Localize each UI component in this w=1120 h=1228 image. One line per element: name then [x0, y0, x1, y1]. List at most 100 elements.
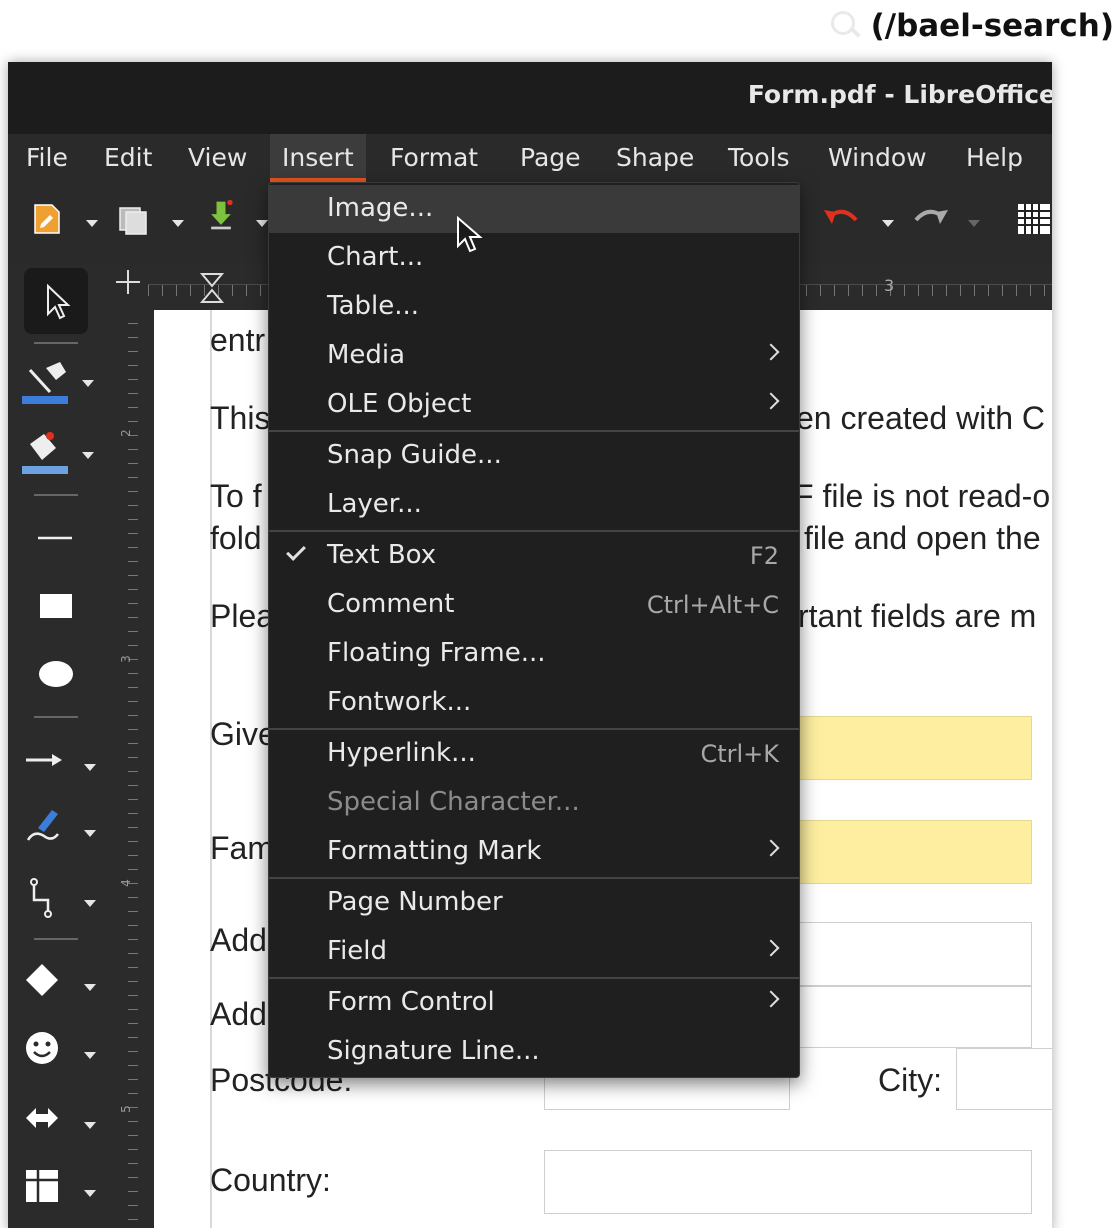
grid-icon[interactable] — [1016, 202, 1050, 236]
insert-text-box-label: Text Box — [327, 540, 437, 570]
new-dropdown-icon[interactable] — [86, 220, 98, 227]
menu-insert[interactable]: Insert — [270, 134, 366, 182]
window-title: Form.pdf - LibreOffice — [747, 80, 1052, 109]
bael-search-link[interactable]: (/bael-search) — [829, 8, 1114, 44]
block-arrows-icon[interactable] — [22, 1096, 108, 1146]
insert-layer[interactable]: Layer... — [269, 481, 799, 529]
insert-page-number[interactable]: Page Number — [269, 879, 799, 927]
insert-hyperlink-label: Hyperlink... — [327, 738, 476, 768]
ruler-mark-2: 2 — [118, 429, 133, 437]
menu-page[interactable]: Page — [508, 134, 593, 182]
select-tool[interactable] — [24, 268, 88, 334]
new-document-icon[interactable] — [30, 202, 64, 236]
menu-help[interactable]: Help — [954, 134, 1035, 182]
ruler-mark: 3 — [884, 276, 895, 295]
menu-edit[interactable]: Edit — [92, 134, 164, 182]
search-icon — [829, 9, 863, 43]
ellipse-tool-icon[interactable] — [36, 658, 76, 690]
doc-line-important: rtant fields are m — [798, 598, 1037, 634]
insert-formatting-mark[interactable]: Formatting Mark — [269, 828, 799, 876]
menu-window[interactable]: Window — [816, 134, 939, 182]
arrow-tool-icon[interactable] — [22, 746, 108, 786]
undo-dropdown-icon[interactable] — [882, 220, 894, 227]
ruler-origin-icon[interactable] — [114, 268, 142, 296]
indent-marker-icon[interactable] — [200, 272, 224, 304]
redo-dropdown-icon[interactable] — [968, 220, 980, 227]
ruler-mark-3: 3 — [118, 655, 133, 663]
insert-ole-object[interactable]: OLE Object — [269, 381, 799, 429]
insert-signature-line-label: Signature Line... — [327, 1036, 540, 1066]
templates-icon[interactable] — [116, 202, 150, 236]
insert-image-label: Image... — [327, 193, 434, 223]
menu-tools[interactable]: Tools — [716, 134, 802, 182]
address-1-field[interactable] — [794, 922, 1032, 986]
doc-line-created: en created with C — [796, 400, 1046, 436]
menu-shape[interactable]: Shape — [604, 134, 706, 182]
family-name-field[interactable] — [794, 820, 1032, 884]
insert-fontwork-label: Fontwork... — [327, 687, 472, 717]
insert-menu: Image... Chart... Table... Media OLE Obj… — [268, 182, 800, 1078]
menu-file[interactable]: File — [14, 134, 80, 182]
insert-chart-label: Chart... — [327, 242, 424, 272]
insert-special-character-label: Special Character... — [327, 787, 580, 817]
templates-dropdown-icon[interactable] — [172, 220, 184, 227]
insert-floating-frame[interactable]: Floating Frame... — [269, 630, 799, 678]
insert-image[interactable]: Image... — [269, 185, 799, 233]
curve-tool-icon[interactable] — [22, 802, 108, 854]
label-address-1: Add — [210, 922, 267, 958]
insert-comment[interactable]: Comment Ctrl+Alt+C — [269, 581, 799, 629]
shortcut-hyperlink: Ctrl+K — [700, 740, 779, 768]
insert-chart[interactable]: Chart... — [269, 234, 799, 282]
drawing-sidebar — [8, 262, 108, 1228]
insert-snap-guide-label: Snap Guide... — [327, 440, 502, 470]
submenu-arrow-icon — [762, 839, 780, 857]
smiley-icon[interactable] — [22, 1026, 108, 1076]
checkmark-icon — [286, 541, 306, 561]
ruler-mark-5: 5 — [118, 1105, 133, 1113]
submenu-arrow-icon — [762, 939, 780, 957]
insert-table[interactable]: Table... — [269, 283, 799, 331]
ruler-mark-4: 4 — [118, 879, 133, 887]
insert-ole-object-label: OLE Object — [327, 389, 472, 419]
insert-form-control-label: Form Control — [327, 987, 495, 1017]
country-field[interactable] — [544, 1150, 1032, 1214]
insert-field-label: Field — [327, 936, 388, 966]
insert-field[interactable]: Field — [269, 928, 799, 976]
submenu-arrow-icon — [762, 343, 780, 361]
flowchart-icon[interactable] — [22, 1164, 108, 1214]
menu-format[interactable]: Format — [378, 134, 490, 182]
insert-text-box[interactable]: Text Box F2 — [269, 532, 799, 580]
insert-form-control[interactable]: Form Control — [269, 979, 799, 1027]
basic-shapes-icon[interactable] — [22, 958, 108, 1008]
insert-fontwork[interactable]: Fontwork... — [269, 679, 799, 727]
city-field[interactable] — [956, 1048, 1052, 1110]
line-color-icon[interactable] — [20, 358, 110, 410]
insert-hyperlink[interactable]: Hyperlink... Ctrl+K — [269, 730, 799, 778]
shortcut-text-box: F2 — [749, 542, 779, 570]
download-dropdown-icon[interactable] — [256, 220, 268, 227]
insert-media-label: Media — [327, 340, 406, 370]
label-country: Country: — [210, 1162, 331, 1198]
bael-search-text[interactable]: (/bael-search) — [871, 8, 1114, 44]
insert-signature-line[interactable]: Signature Line... — [269, 1028, 799, 1076]
fill-color-icon[interactable] — [20, 428, 110, 480]
menu-bar: File Edit View Insert Format Page Shape … — [8, 134, 1052, 182]
menu-view[interactable]: View — [176, 134, 259, 182]
insert-snap-guide[interactable]: Snap Guide... — [269, 432, 799, 480]
mouse-cursor-icon — [457, 216, 483, 253]
line-tool-icon[interactable] — [36, 522, 76, 552]
insert-layer-label: Layer... — [327, 489, 422, 519]
insert-comment-label: Comment — [327, 589, 455, 619]
pointer-icon — [47, 283, 71, 320]
given-name-field[interactable] — [794, 716, 1032, 780]
address-2-field[interactable] — [794, 986, 1032, 1048]
doc-line-readonly: F file is not read-o — [794, 478, 1051, 514]
insert-media[interactable]: Media — [269, 332, 799, 380]
undo-icon[interactable] — [820, 202, 864, 236]
download-icon[interactable] — [204, 198, 238, 232]
doc-line-open: file and open the — [804, 520, 1041, 556]
connector-tool-icon[interactable] — [22, 872, 108, 924]
redo-icon[interactable] — [908, 202, 952, 236]
rectangle-tool-icon[interactable] — [36, 590, 76, 620]
doc-line-plea: Plea — [210, 598, 275, 634]
